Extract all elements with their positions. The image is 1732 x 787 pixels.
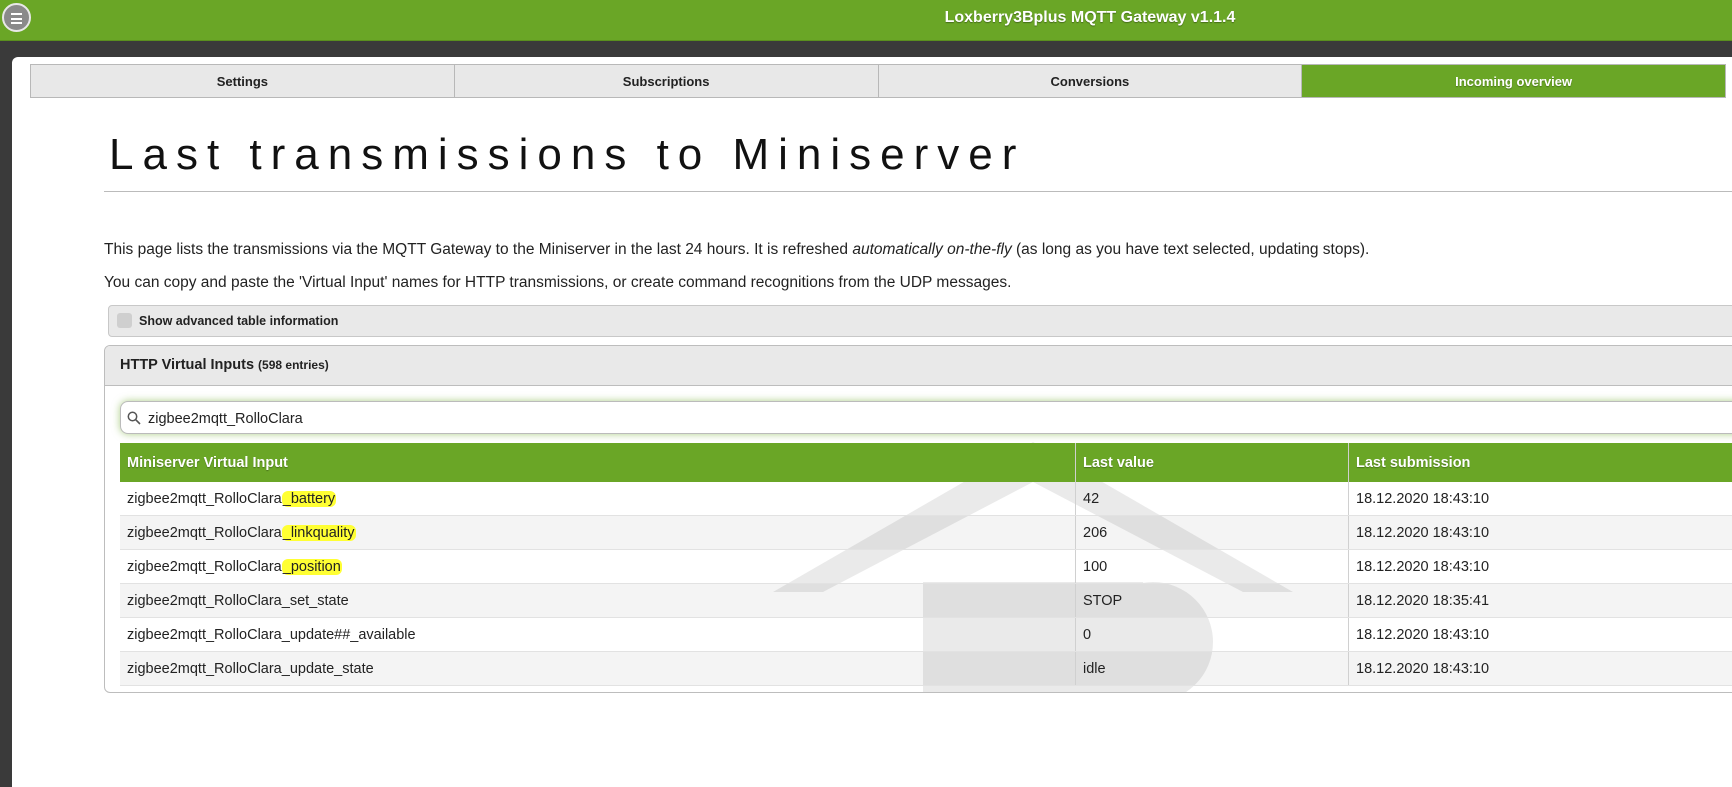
last-submission-cell: 18.12.2020 18:43:10 bbox=[1349, 652, 1732, 686]
table-row: zigbee2mqtt_RolloClara_update_state idle… bbox=[120, 652, 1732, 686]
virtual-input-cell[interactable]: zigbee2mqtt_RolloClara_update_state bbox=[120, 652, 1076, 686]
table-row: zigbee2mqtt_RolloClara_update##_availabl… bbox=[120, 618, 1732, 652]
last-value-cell: STOP bbox=[1076, 584, 1349, 618]
page-title: Last transmissions to Miniserver bbox=[109, 130, 1025, 180]
intro-text-end: (as long as you have text selected, upda… bbox=[1012, 241, 1370, 258]
intro-paragraph-2: You can copy and paste the 'Virtual Inpu… bbox=[104, 274, 1011, 292]
column-header-virtual-input[interactable]: Miniserver Virtual Input bbox=[120, 443, 1076, 482]
input-suffix-highlighted: _linkquality bbox=[282, 525, 356, 541]
input-suffix: _set_state bbox=[282, 593, 349, 609]
column-header-last-value[interactable]: Last value bbox=[1076, 443, 1349, 482]
virtual-input-cell[interactable]: zigbee2mqtt_RolloClara_battery bbox=[120, 482, 1076, 516]
tab-subscriptions[interactable]: Subscriptions bbox=[455, 65, 879, 97]
input-suffix: _update##_available bbox=[282, 627, 416, 643]
intro-text-start: This page lists the transmissions via th… bbox=[104, 241, 852, 258]
app-header: Loxberry3Bplus MQTT Gateway v1.1.4 bbox=[0, 0, 1732, 41]
advanced-info-label: Show advanced table information bbox=[139, 314, 338, 328]
input-suffix-highlighted: _position bbox=[282, 559, 342, 575]
intro-emphasis: automatically on-the-fly bbox=[852, 241, 1011, 258]
virtual-input-cell[interactable]: zigbee2mqtt_RolloClara_position bbox=[120, 550, 1076, 584]
last-submission-cell: 18.12.2020 18:35:41 bbox=[1349, 584, 1732, 618]
input-prefix: zigbee2mqtt_RolloClara bbox=[127, 627, 282, 643]
virtual-inputs-table: Miniserver Virtual Input Last value Last… bbox=[120, 443, 1732, 686]
tab-incoming-overview[interactable]: Incoming overview bbox=[1302, 65, 1725, 97]
last-value-cell: idle bbox=[1076, 652, 1349, 686]
advanced-info-toggle[interactable]: Show advanced table information bbox=[108, 305, 1732, 337]
title-divider bbox=[104, 191, 1732, 192]
table-row: zigbee2mqtt_RolloClara_battery 42 18.12.… bbox=[120, 482, 1732, 516]
tab-bar: Settings Subscriptions Conversions Incom… bbox=[30, 64, 1726, 98]
input-prefix: zigbee2mqtt_RolloClara bbox=[127, 661, 282, 677]
intro-paragraph-1: This page lists the transmissions via th… bbox=[104, 241, 1369, 259]
search-icon bbox=[127, 411, 141, 425]
last-value-cell: 0 bbox=[1076, 618, 1349, 652]
search-field[interactable] bbox=[120, 401, 1732, 434]
table-row: zigbee2mqtt_RolloClara_set_state STOP 18… bbox=[120, 584, 1732, 618]
last-submission-cell: 18.12.2020 18:43:10 bbox=[1349, 516, 1732, 550]
entry-count: (598 entries) bbox=[258, 358, 329, 372]
input-prefix: zigbee2mqtt_RolloClara bbox=[127, 525, 282, 541]
tab-conversions[interactable]: Conversions bbox=[879, 65, 1303, 97]
search-input[interactable] bbox=[146, 404, 1732, 433]
column-header-last-submission[interactable]: Last submission bbox=[1349, 443, 1732, 482]
input-prefix: zigbee2mqtt_RolloClara bbox=[127, 593, 282, 609]
virtual-input-cell[interactable]: zigbee2mqtt_RolloClara_linkquality bbox=[120, 516, 1076, 550]
table-row: zigbee2mqtt_RolloClara_position 100 18.1… bbox=[120, 550, 1732, 584]
input-suffix: _update_state bbox=[282, 661, 374, 677]
http-virtual-inputs-panel: HTTP Virtual Inputs (598 entries) Minise… bbox=[104, 345, 1732, 693]
input-suffix-highlighted: _battery bbox=[282, 491, 336, 507]
virtual-input-cell[interactable]: zigbee2mqtt_RolloClara_update##_availabl… bbox=[120, 618, 1076, 652]
panel-title: HTTP Virtual Inputs (598 entries) bbox=[120, 357, 329, 373]
last-value-cell: 206 bbox=[1076, 516, 1349, 550]
last-submission-cell: 18.12.2020 18:43:10 bbox=[1349, 618, 1732, 652]
table-header-row: Miniserver Virtual Input Last value Last… bbox=[120, 443, 1732, 482]
last-submission-cell: 18.12.2020 18:43:10 bbox=[1349, 482, 1732, 516]
last-value-cell: 100 bbox=[1076, 550, 1349, 584]
panel-title-text: HTTP Virtual Inputs bbox=[120, 357, 254, 373]
input-prefix: zigbee2mqtt_RolloClara bbox=[127, 491, 282, 507]
app-title: Loxberry3Bplus MQTT Gateway v1.1.4 bbox=[0, 9, 1732, 27]
last-submission-cell: 18.12.2020 18:43:10 bbox=[1349, 550, 1732, 584]
last-value-cell: 42 bbox=[1076, 482, 1349, 516]
table-row: zigbee2mqtt_RolloClara_linkquality 206 1… bbox=[120, 516, 1732, 550]
advanced-info-checkbox[interactable] bbox=[117, 313, 132, 328]
virtual-input-cell[interactable]: zigbee2mqtt_RolloClara_set_state bbox=[120, 584, 1076, 618]
panel-header[interactable]: HTTP Virtual Inputs (598 entries) bbox=[105, 346, 1732, 386]
tab-settings[interactable]: Settings bbox=[31, 65, 455, 97]
input-prefix: zigbee2mqtt_RolloClara bbox=[127, 559, 282, 575]
